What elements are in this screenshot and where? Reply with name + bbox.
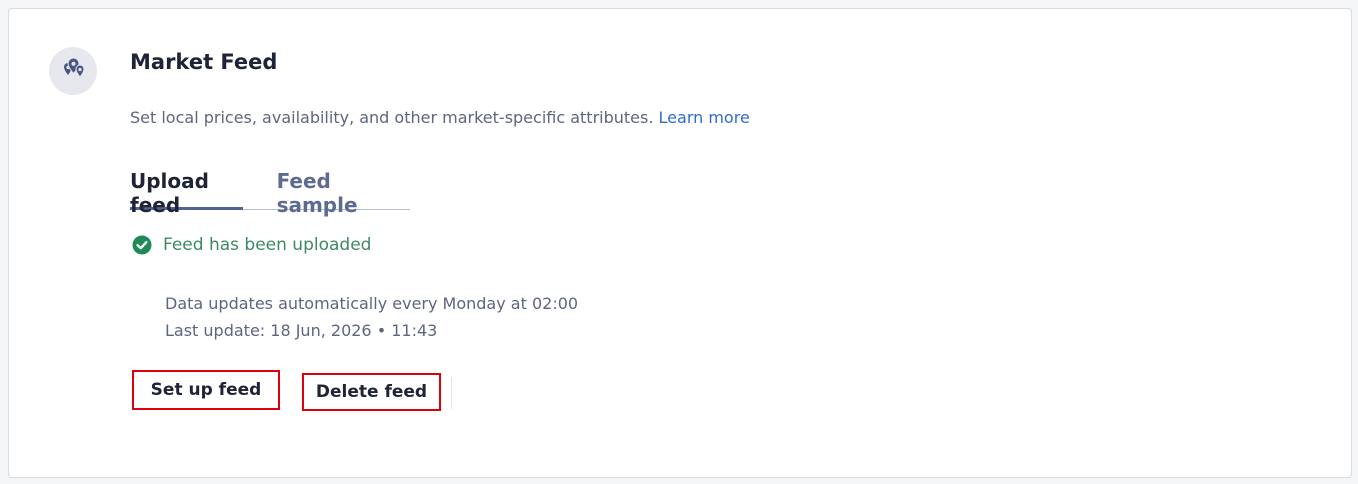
card-title: Market Feed: [130, 50, 278, 74]
check-circle-icon: [132, 235, 152, 255]
card-description: Set local prices, availability, and othe…: [130, 108, 750, 127]
upload-status: Feed has been uploaded: [132, 235, 371, 255]
last-update: Last update: 18 Jun, 2026 • 11:43: [165, 321, 438, 340]
feed-tabs: Upload feed Feed sample: [130, 169, 410, 217]
button-edge: [441, 377, 452, 409]
description-text: Set local prices, availability, and othe…: [130, 108, 654, 127]
tab-upload-feed[interactable]: Upload feed: [130, 169, 243, 217]
update-schedule: Data updates automatically every Monday …: [165, 294, 579, 313]
learn-more-link[interactable]: Learn more: [659, 108, 750, 127]
location-pins-icon: [49, 47, 97, 95]
tab-feed-sample[interactable]: Feed sample: [277, 169, 410, 217]
set-up-feed-button[interactable]: Set up feed: [132, 370, 280, 410]
market-feed-card: Market Feed Set local prices, availabili…: [8, 8, 1352, 478]
delete-feed-button[interactable]: Delete feed: [302, 373, 441, 411]
status-text: Feed has been uploaded: [163, 235, 372, 255]
feed-info: Data updates automatically every Monday …: [165, 290, 578, 344]
